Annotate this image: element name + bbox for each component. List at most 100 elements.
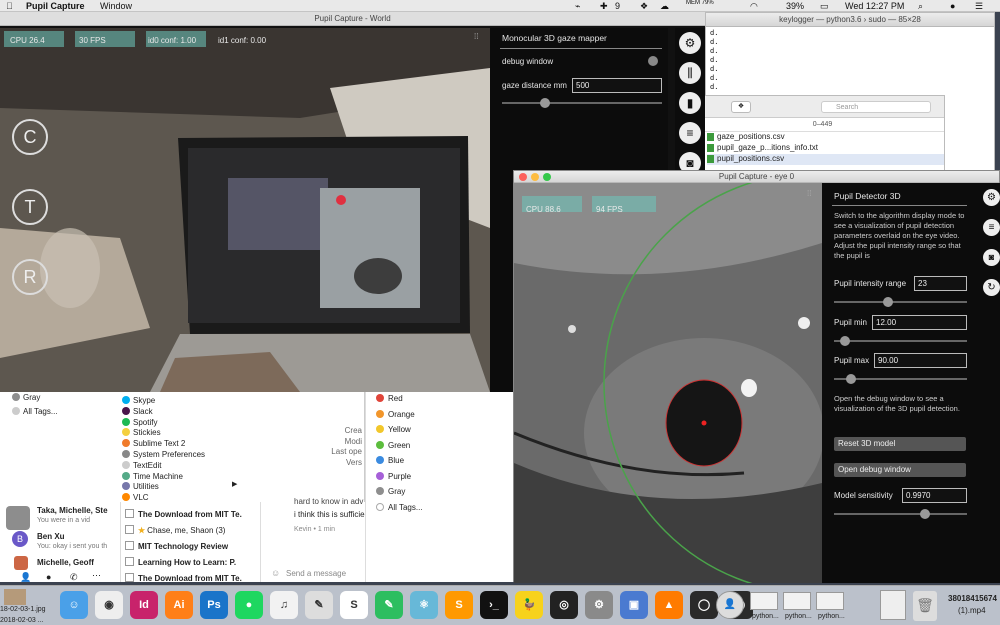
evernote-icon[interactable]: ✎	[375, 591, 403, 619]
more-icon[interactable]: ⋯	[92, 570, 101, 581]
zoom-icon[interactable]	[543, 173, 551, 181]
terminal-icon[interactable]: ›_	[480, 591, 508, 619]
drag-handle-icon[interactable]: ⁞⁞	[474, 32, 478, 41]
checkbox[interactable]	[125, 573, 134, 582]
checkbox[interactable]	[125, 525, 134, 534]
close-icon[interactable]	[519, 173, 527, 181]
file-row[interactable]: pupil_positions.csv	[707, 154, 944, 165]
mail-row[interactable]: MIT Technology Review	[125, 541, 228, 551]
record-button[interactable]: R	[12, 259, 48, 295]
slider-knob[interactable]	[840, 336, 851, 346]
siri-icon[interactable]: ●	[950, 1, 955, 11]
camera-icon[interactable]: ◙	[983, 249, 1000, 266]
medical-icon[interactable]: ✚	[600, 1, 608, 12]
user-icon[interactable]: 👤	[20, 572, 31, 583]
minimize-icon[interactable]	[531, 173, 539, 181]
settings-icon[interactable]: ⚙	[679, 32, 701, 54]
photos-icon[interactable]: ▣	[620, 591, 648, 619]
tag-item[interactable]: Purple	[376, 471, 411, 481]
message-input[interactable]: Send a message	[286, 569, 346, 578]
reset-3d-model-button[interactable]: Reset 3D model	[834, 437, 966, 451]
tag-item[interactable]: Blue	[376, 456, 404, 465]
clock[interactable]: Wed 12:27 PM	[845, 1, 904, 11]
file-thumbnail[interactable]	[4, 589, 26, 605]
gaze-distance-slider[interactable]	[502, 98, 662, 108]
python-window-thumbnail[interactable]	[783, 592, 811, 610]
phone-icon[interactable]: ✆	[70, 572, 78, 583]
record-test-button[interactable]: T	[12, 189, 48, 225]
chevron-right-icon[interactable]: ▶	[232, 480, 237, 488]
calibrate-button[interactable]: C	[12, 119, 48, 155]
messages-icon[interactable]: ●	[46, 572, 51, 582]
app-item[interactable]: System Preferences	[122, 450, 205, 459]
plugin-manager-icon[interactable]: ⫼	[679, 62, 701, 84]
conversation-name-1[interactable]: Taka, Michelle, Ste	[37, 506, 108, 515]
memory-indicator[interactable]: MEM 79%	[686, 0, 714, 6]
window-menu[interactable]: Window	[100, 1, 132, 11]
python-window-thumbnail[interactable]	[816, 592, 844, 610]
wifi-icon[interactable]: ◠	[750, 1, 758, 12]
tray-count[interactable]: 9	[615, 1, 620, 11]
system-preferences-icon[interactable]: ⚙	[585, 591, 613, 619]
dropbox-icon[interactable]: ❖	[640, 1, 648, 12]
star-icon[interactable]: ★	[138, 526, 145, 535]
file-row[interactable]: pupil_gaze_p...itions_info.txt	[707, 143, 944, 154]
slack-icon[interactable]: S	[340, 591, 368, 619]
tag-item[interactable]: All Tags...	[376, 502, 423, 512]
menu-list-icon[interactable]: ≡	[983, 219, 1000, 236]
dropbox-icon[interactable]: ❖	[731, 101, 751, 113]
mail-row[interactable]: The Download from MIT Te.	[125, 509, 242, 519]
atom-icon[interactable]: ⚛	[410, 591, 438, 619]
app-item[interactable]: Time Machine	[122, 471, 183, 481]
apple-icon[interactable]: 	[6, 1, 13, 11]
contacts-icon[interactable]: 👤	[716, 591, 744, 619]
photoshop-icon[interactable]: Ps	[200, 591, 228, 619]
indesign-icon[interactable]: Id	[130, 591, 158, 619]
checkbox[interactable]	[125, 557, 134, 566]
debug-window-toggle[interactable]	[648, 56, 658, 66]
slider-knob[interactable]	[883, 297, 894, 307]
menu-list-icon[interactable]: ≡	[679, 122, 701, 144]
tag-item[interactable]: Yellow	[376, 425, 411, 434]
python-window-thumbnail[interactable]	[750, 592, 778, 610]
conversation-name-2[interactable]: Ben Xu	[37, 532, 65, 541]
app-item[interactable]: Sublime Text 2	[122, 439, 185, 448]
app-item[interactable]: VLC	[122, 493, 149, 502]
slider-knob[interactable]	[846, 374, 857, 384]
app-item[interactable]: TextEdit	[122, 460, 161, 470]
search-input[interactable]: Search	[821, 101, 931, 113]
vlc-icon[interactable]: ▲	[655, 591, 683, 619]
conversation-name-3[interactable]: Michelle, Geoff	[37, 558, 94, 567]
sublime-icon[interactable]: S	[445, 591, 473, 619]
illustrator-icon[interactable]: Ai	[165, 591, 193, 619]
tag-item[interactable]: Red	[376, 394, 403, 403]
model-sensitivity-input[interactable]: 0.9970	[902, 488, 967, 503]
pupil-min-input[interactable]: 12.00	[872, 315, 967, 330]
pupil-max-input[interactable]: 90.00	[874, 353, 967, 368]
refresh-icon[interactable]: ↻	[983, 279, 1000, 296]
app-item[interactable]: Slack	[122, 406, 153, 416]
slider-knob[interactable]	[539, 98, 550, 108]
tray-icon-1[interactable]: ⌁	[575, 1, 580, 12]
search-icon[interactable]: ⌕	[918, 1, 923, 12]
sidebar-tag-item[interactable]: All Tags...	[12, 407, 58, 416]
chrome-icon[interactable]: ◉	[95, 591, 123, 619]
checkbox[interactable]	[125, 541, 134, 550]
spotify-icon[interactable]: ●	[235, 591, 263, 619]
app-item[interactable]: Stickies	[122, 428, 161, 437]
cyberduck-icon[interactable]: 🦆	[515, 591, 543, 619]
mail-row[interactable]: ★ Chase, me, Shaon (3)	[125, 525, 225, 535]
intensity-slider[interactable]	[834, 297, 967, 307]
emoji-icon[interactable]: ☺	[271, 568, 280, 578]
drag-handle-icon[interactable]: ⁞⁞	[807, 189, 811, 198]
settings-icon[interactable]: ⚙	[983, 189, 1000, 206]
trash-icon[interactable]: 🗑	[913, 591, 937, 621]
checkbox[interactable]	[125, 509, 134, 518]
intensity-input[interactable]: 23	[914, 276, 967, 291]
itunes-icon[interactable]: ♫	[270, 591, 298, 619]
app-item[interactable]: Spotify	[122, 417, 157, 427]
github-icon[interactable]: ◎	[550, 591, 578, 619]
sidebar-tag-item[interactable]: Gray	[12, 393, 40, 402]
model-sensitivity-slider[interactable]	[834, 509, 967, 519]
battery-percent[interactable]: 39%	[786, 1, 804, 11]
